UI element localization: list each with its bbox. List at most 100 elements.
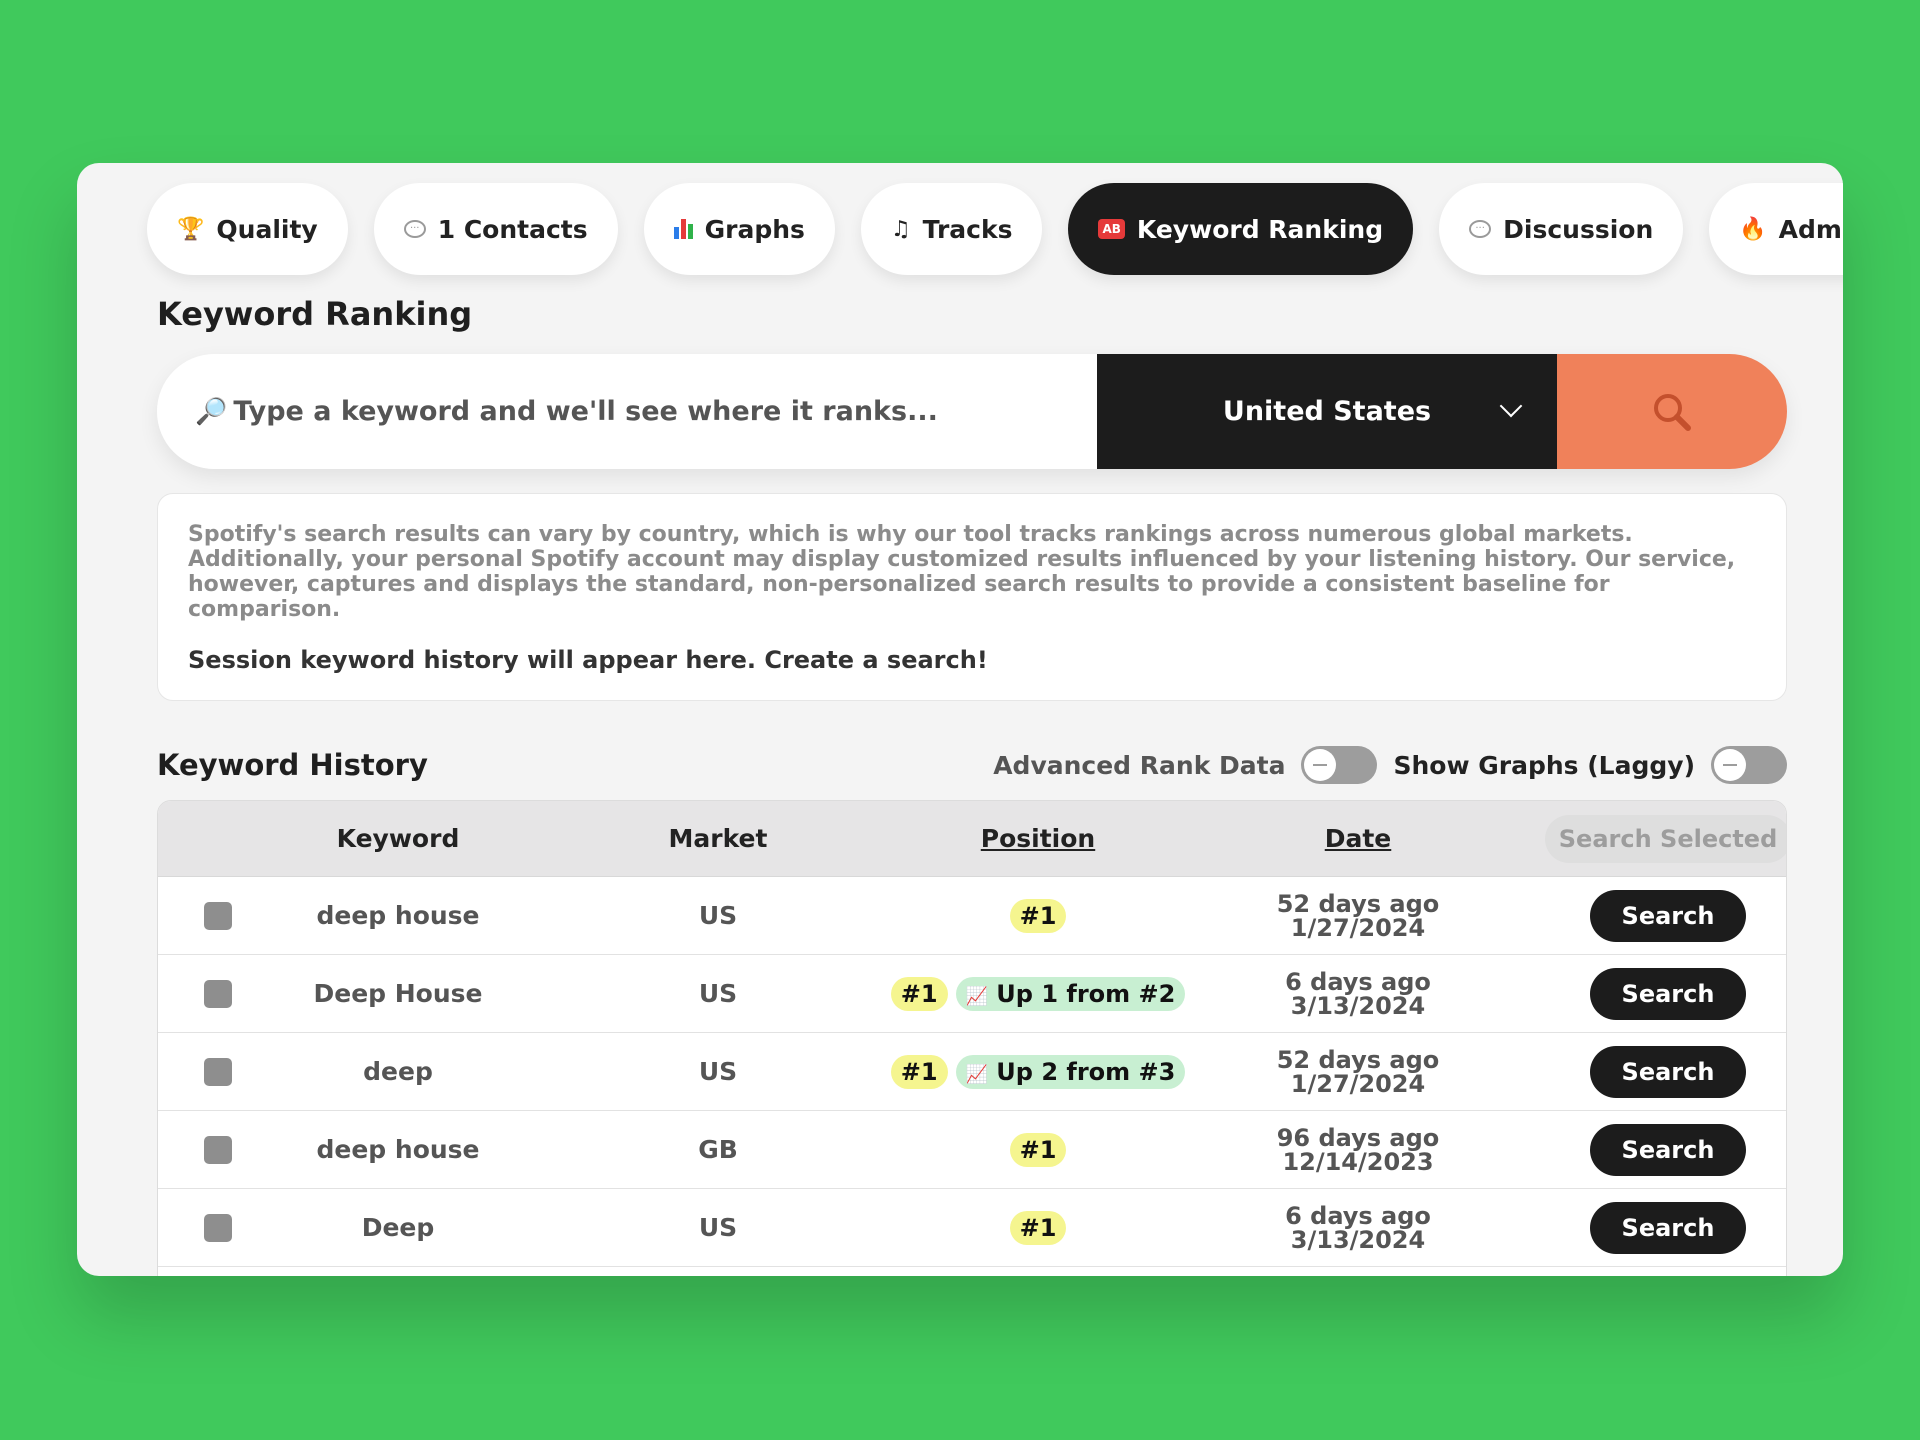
row-checkbox[interactable] <box>204 1057 232 1086</box>
chat-bubble-icon: ··· <box>403 220 426 238</box>
table-row: Deep US #1 6 days ago 3/13/2024 Search <box>158 1189 1786 1267</box>
toggle-knob <box>1304 749 1337 781</box>
row-keyword: deep house <box>316 901 480 930</box>
table-row: deep house GB #1 96 days ago 12/14/2023 … <box>158 1111 1786 1189</box>
row-market: US <box>698 979 738 1008</box>
tab-label: Graphs <box>704 214 805 244</box>
market-selected: United States <box>1222 396 1432 427</box>
row-keyword: Deep <box>361 1213 435 1242</box>
trend-up-icon: 📈 <box>965 985 988 1007</box>
magnifier-icon: 🔎 <box>195 396 228 427</box>
row-checkbox[interactable] <box>204 979 232 1008</box>
music-note-icon: ♫ <box>890 216 911 242</box>
row-market: US <box>698 1213 738 1242</box>
info-description: Spotify's search results can vary by cou… <box>188 522 1736 622</box>
row-position: #1 <box>918 898 1158 933</box>
ab-icon: AB <box>1098 219 1125 239</box>
row-position: #1 📈 Up 1 from #2 <box>890 976 1186 1011</box>
history-note: Session keyword history will appear here… <box>188 646 988 674</box>
row-date: 6 days ago 3/13/2024 <box>1158 970 1558 1018</box>
row-date: 96 days ago 12/14/2023 <box>1158 1126 1558 1174</box>
rank-badge: #1 <box>890 1054 948 1089</box>
tab-label: Tracks <box>922 214 1013 244</box>
date-ago: 52 days ago <box>1276 1045 1440 1074</box>
row-market: US <box>698 1057 738 1086</box>
show-graphs-label: Show Graphs (Laggy) <box>1393 750 1695 780</box>
row-search-button[interactable]: Search <box>1589 967 1747 1020</box>
fire-icon: 🔥 <box>1739 216 1767 242</box>
trophy-icon: 🏆 <box>177 216 205 242</box>
row-position: #1 📈 Up 2 from #3 <box>890 1054 1186 1089</box>
header-keyword: Keyword <box>336 824 460 853</box>
search-selected-button[interactable]: Search Selected <box>1544 814 1786 863</box>
row-market: US <box>698 901 738 930</box>
tab-discussion[interactable]: ··· Discussion <box>1439 183 1684 275</box>
row-search-button[interactable]: Search <box>1589 1045 1747 1098</box>
header-action-cell: Search Selected <box>1544 814 1786 863</box>
advanced-rank-label: Advanced Rank Data <box>993 750 1286 780</box>
row-search-button[interactable]: Search <box>1589 1123 1747 1176</box>
table-row: Deep House US #1 📈 Up 1 from #2 6 days a… <box>158 955 1786 1033</box>
page-title: Keyword Ranking <box>157 295 473 333</box>
chat-bubble-icon: ··· <box>1469 220 1492 238</box>
row-search-button[interactable]: Search <box>1589 889 1747 942</box>
tab-label: Keyword Ranking <box>1136 214 1384 244</box>
date-value: 12/14/2023 <box>1282 1147 1434 1176</box>
rank-badge: #1 <box>1009 1210 1067 1245</box>
header-date-sort[interactable]: Date <box>1158 824 1558 853</box>
row-date: 6 days ago 3/13/2024 <box>1158 1204 1558 1252</box>
row-keyword: deep <box>363 1057 433 1086</box>
tab-label: Quality <box>216 214 318 244</box>
table-row: deep US #1 📈 Up 2 from #3 52 days ago 1/… <box>158 1033 1786 1111</box>
info-box: Spotify's search results can vary by cou… <box>157 493 1787 701</box>
toggle-knob <box>1714 749 1746 781</box>
tab-keyword-ranking[interactable]: AB Keyword Ranking <box>1068 183 1414 275</box>
header-market: Market <box>668 824 768 853</box>
rank-badge: #1 <box>890 976 948 1011</box>
row-position: #1 <box>918 1210 1158 1245</box>
tab-admin[interactable]: 🔥 Admin <box>1709 183 1843 275</box>
tab-contacts[interactable]: ··· 1 Contacts <box>373 183 618 275</box>
rank-change-text: Up 2 from #3 <box>996 1057 1176 1086</box>
tab-tracks[interactable]: ♫ Tracks <box>860 183 1043 275</box>
tab-quality[interactable]: 🏆 Quality <box>147 183 348 275</box>
search-button[interactable] <box>1557 354 1787 469</box>
tab-label: Admin <box>1778 214 1843 244</box>
rank-change-badge: 📈 Up 2 from #3 <box>955 1054 1186 1089</box>
market-dropdown[interactable]: United States <box>1097 354 1557 469</box>
rank-badge: #1 <box>1009 1132 1067 1167</box>
table-row: deep house US #1 52 days ago 1/27/2024 S… <box>158 877 1786 955</box>
header-position-sort[interactable]: Position <box>918 824 1158 853</box>
table-header: Keyword Market Position Date Search Sele… <box>158 801 1786 877</box>
history-title: Keyword History <box>157 748 428 782</box>
row-checkbox[interactable] <box>204 1213 232 1242</box>
trend-up-icon: 📈 <box>965 1063 988 1085</box>
row-checkbox[interactable] <box>204 901 232 930</box>
keyword-input[interactable] <box>233 396 1054 427</box>
row-keyword: Deep House <box>313 979 483 1008</box>
date-value: 1/27/2024 <box>1290 1069 1426 1098</box>
rank-change-badge: 📈 Up 1 from #2 <box>955 976 1186 1011</box>
history-toggles: Advanced Rank Data Show Graphs (Laggy) <box>993 746 1787 784</box>
tab-graphs[interactable]: Graphs <box>643 183 835 275</box>
row-checkbox[interactable] <box>204 1135 232 1164</box>
row-date: 52 days ago 1/27/2024 <box>1158 1048 1558 1096</box>
chevron-down-icon <box>1499 394 1523 418</box>
keyword-search-bar: 🔎 United States <box>157 354 1787 469</box>
date-ago: 96 days ago <box>1276 1123 1440 1152</box>
date-ago: 52 days ago <box>1276 889 1440 918</box>
row-market: GB <box>698 1135 738 1164</box>
date-value: 3/13/2024 <box>1290 991 1426 1020</box>
search-icon <box>1654 393 1691 431</box>
bar-chart-icon <box>673 219 693 239</box>
show-graphs-toggle[interactable] <box>1711 746 1787 784</box>
tab-bar: 🏆 Quality ··· 1 Contacts Graphs ♫ Tracks… <box>147 183 1843 275</box>
rank-badge: #1 <box>1009 898 1067 933</box>
advanced-rank-toggle[interactable] <box>1301 746 1378 784</box>
tab-label: 1 Contacts <box>437 214 588 244</box>
keyword-ranking-panel: 🏆 Quality ··· 1 Contacts Graphs ♫ Tracks… <box>77 163 1843 1276</box>
keyword-history-table: Keyword Market Position Date Search Sele… <box>157 800 1787 1276</box>
date-value: 1/27/2024 <box>1290 913 1426 942</box>
row-search-button[interactable]: Search <box>1589 1201 1747 1254</box>
rank-change-text: Up 1 from #2 <box>996 979 1176 1008</box>
